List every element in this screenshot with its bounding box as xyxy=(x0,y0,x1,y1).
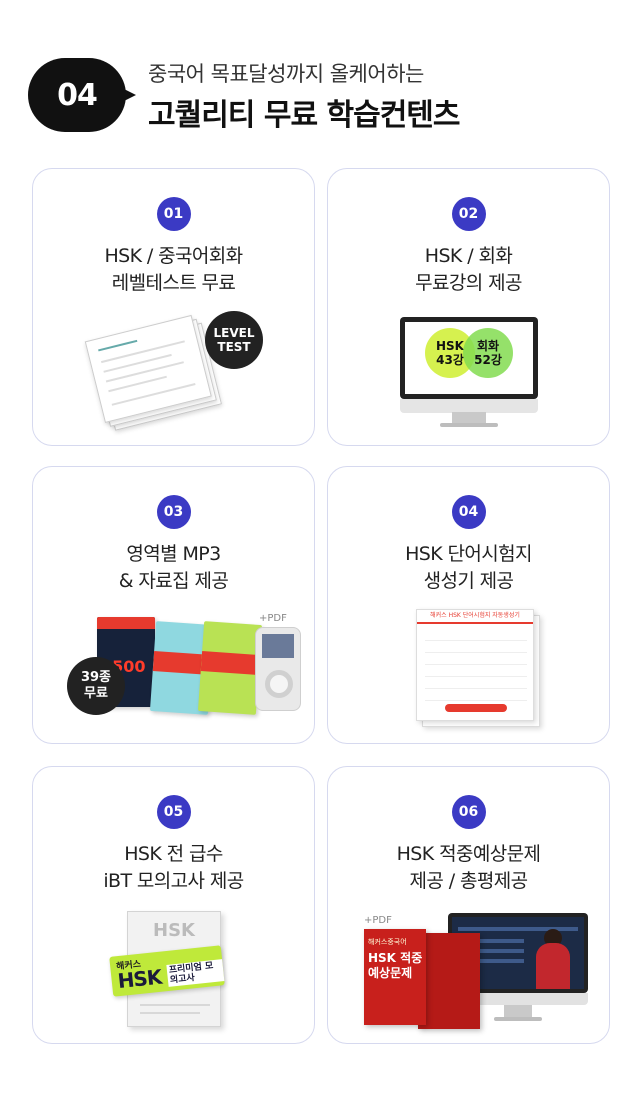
monitor-base xyxy=(440,423,498,427)
ribbon-tag: 프리미엄 모의고사 xyxy=(166,959,225,987)
free-count-line2: 무료 xyxy=(84,686,108,701)
card-ibt-mock-test: 05 HSK 전 급수 iBT 모의고사 제공 HSK 해커스 HSK 프리미엄… xyxy=(32,766,315,1044)
card-title: HSK 단어시험지 생성기 제공 xyxy=(328,541,609,595)
test-sheet-icon: 해커스 HSK 단어시험지 자동생성기 xyxy=(416,609,534,721)
card-title: HSK 전 급수 iBT 모의고사 제공 xyxy=(33,841,314,895)
conversation-lecture-circle: 회화 52강 xyxy=(463,328,513,378)
monitor-icon: HSK 43강 회화 52강 xyxy=(400,317,538,413)
expected-questions-book-icon: 해커스중국어 HSK 적중 예상문제 xyxy=(364,929,426,1025)
card-title-line2: 제공 / 총평제공 xyxy=(409,870,529,892)
card-badge: 02 xyxy=(451,197,486,231)
level-test-badge-line1: LEVEL xyxy=(213,326,255,340)
pdf-label: +PDF xyxy=(364,915,392,926)
hsk-book-title: HSK xyxy=(153,920,195,941)
book-brand: 해커스중국어 xyxy=(368,938,407,946)
mp3-player-icon xyxy=(255,627,301,711)
card-badge: 01 xyxy=(156,197,191,231)
hsk-lecture-label: HSK xyxy=(436,339,464,353)
conversation-lecture-count: 52강 xyxy=(474,353,502,367)
generate-button-icon xyxy=(445,704,507,712)
card-badge: 03 xyxy=(156,495,191,529)
card-title-line2: & 자료집 제공 xyxy=(118,570,229,592)
test-sheet-illustration: 해커스 HSK 단어시험지 자동생성기 xyxy=(328,607,609,737)
card-title-line2: 생성기 제공 xyxy=(423,570,514,592)
section-number: 04 xyxy=(57,77,98,113)
section-header: 04 중국어 목표달성까지 올케어하는 고퀄리티 무료 학습컨텐츠 xyxy=(0,0,640,150)
section-subtitle: 중국어 목표달성까지 올케어하는 xyxy=(148,62,424,86)
level-test-illustration: LEVEL TEST xyxy=(33,309,314,439)
card-free-lectures: 02 HSK / 회화 무료강의 제공 HSK 43강 회화 52강 xyxy=(327,168,610,446)
book-title: HSK 적중 예상문제 xyxy=(368,951,423,980)
hsk-lecture-count: 43강 xyxy=(436,353,464,367)
card-mp3-materials: 03 영역별 MP3 & 자료집 제공 1500 +PDF 39종 무료 xyxy=(32,466,315,744)
card-title-line1: HSK / 중국어회화 xyxy=(104,245,243,267)
card-vocab-test-generator: 04 HSK 단어시험지 생성기 제공 해커스 HSK 단어시험지 자동생성기 xyxy=(327,466,610,744)
pdf-label: +PDF xyxy=(259,613,287,624)
card-title: HSK / 중국어회화 레벨테스트 무료 xyxy=(33,243,314,297)
free-count-badge: 39종 무료 xyxy=(67,657,125,715)
bubble-tail xyxy=(122,88,136,102)
card-badge: 06 xyxy=(451,795,486,829)
mock-test-illustration: HSK 해커스 HSK 프리미엄 모의고사 xyxy=(33,907,314,1037)
level-test-badge: LEVEL TEST xyxy=(205,311,263,369)
section-number-bubble: 04 xyxy=(28,58,136,132)
level-test-badge-line2: TEST xyxy=(217,340,251,354)
card-title: HSK 적중예상문제 제공 / 총평제공 xyxy=(328,841,609,895)
flashcard-book-icon xyxy=(197,621,263,715)
monitor-stand xyxy=(504,1005,532,1017)
card-level-test: 01 HSK / 중국어회화 레벨테스트 무료 LEVEL TEST xyxy=(32,168,315,446)
card-title-line1: 영역별 MP3 xyxy=(126,543,221,565)
card-title-line1: HSK 전 급수 xyxy=(124,843,223,865)
card-expected-questions: 06 HSK 적중예상문제 제공 / 총평제공 +PDF 해커스중국어 HSK … xyxy=(327,766,610,1044)
ribbon-main: HSK xyxy=(116,964,163,994)
card-title-line1: HSK / 회화 xyxy=(424,245,513,267)
card-title-line1: HSK 적중예상문제 xyxy=(396,843,541,865)
card-title: HSK / 회화 무료강의 제공 xyxy=(328,243,609,297)
card-title-line2: 무료강의 제공 xyxy=(415,272,522,294)
card-title-line2: 레벨테스트 무료 xyxy=(111,272,236,294)
conversation-lecture-label: 회화 xyxy=(476,339,500,353)
card-badge: 05 xyxy=(156,795,191,829)
books-lecture-illustration: +PDF 해커스중국어 HSK 적중 예상문제 xyxy=(328,907,609,1037)
card-title: 영역별 MP3 & 자료집 제공 xyxy=(33,541,314,595)
section-title: 고퀄리티 무료 학습컨텐츠 xyxy=(148,98,460,133)
book-back-icon xyxy=(418,933,480,1029)
monitor-base xyxy=(494,1017,542,1021)
monitor-illustration: HSK 43강 회화 52강 xyxy=(328,309,609,439)
card-title-line2: iBT 모의고사 제공 xyxy=(103,870,244,892)
card-title-line1: HSK 단어시험지 xyxy=(405,543,532,565)
books-mp3-illustration: 1500 +PDF 39종 무료 xyxy=(33,607,314,737)
free-count-line1: 39종 xyxy=(80,670,112,685)
sheet-header: 해커스 HSK 단어시험지 자동생성기 xyxy=(417,610,533,624)
card-badge: 04 xyxy=(451,495,486,529)
